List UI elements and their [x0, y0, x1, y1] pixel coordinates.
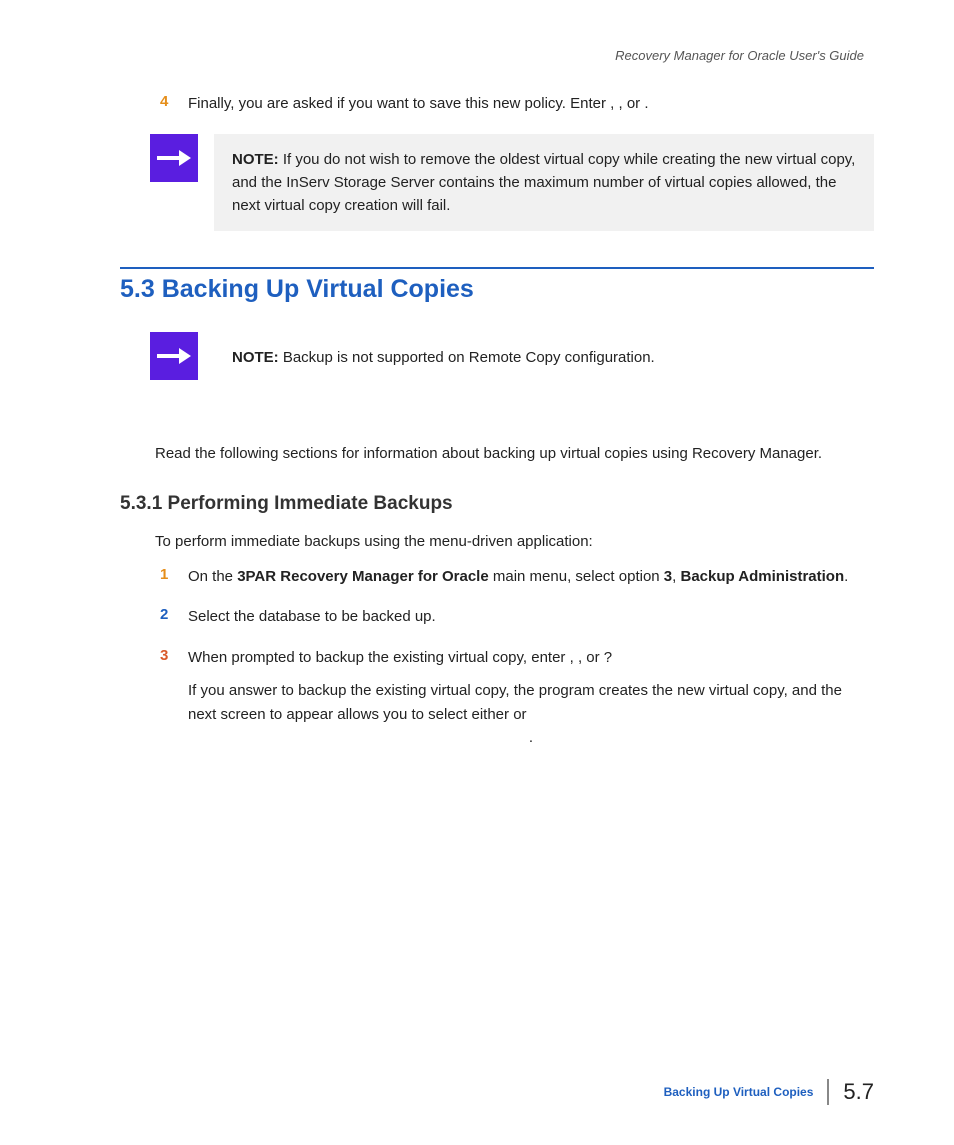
subsection-intro: To perform immediate backups using the m… — [155, 533, 874, 550]
section-rule — [120, 267, 874, 269]
section-intro: Read the following sections for informat… — [155, 442, 874, 465]
text: ? — [604, 649, 612, 666]
text: , — [610, 95, 618, 112]
page-footer: Backing Up Virtual Copies 5.7 — [664, 1079, 874, 1105]
text: When prompted to backup the existing vir… — [188, 649, 570, 666]
text: . — [844, 568, 848, 585]
step-number-1: 1 — [160, 566, 178, 583]
section-title: Backing Up Virtual Copies — [162, 275, 474, 303]
subsection-heading: 5.3.1 Performing Immediate Backups — [120, 493, 874, 515]
note-block-2: NOTE: Backup is not supported on Remote … — [150, 332, 874, 405]
text-bold: 3PAR Recovery Manager for Oracle — [237, 568, 489, 585]
text: , or — [578, 649, 604, 666]
step-1-text: On the 3PAR Recovery Manager for Oracle … — [188, 566, 874, 589]
section-heading: 5.3 Backing Up Virtual Copies — [120, 275, 874, 304]
footer-section-title: Backing Up Virtual Copies — [664, 1085, 814, 1099]
note-block-1: NOTE: If you do not wish to remove the o… — [150, 134, 874, 232]
note-label: NOTE: — [232, 151, 279, 168]
text-bold: Backup Administration — [680, 568, 844, 585]
step-2-text: Select the database to be backed up. — [188, 606, 874, 629]
note-arrow-icon — [150, 134, 198, 182]
footer-divider — [827, 1079, 829, 1105]
text: On the — [188, 568, 237, 585]
step-4-text: Finally, you are asked if you want to sa… — [188, 93, 874, 116]
text: , — [570, 649, 578, 666]
text: . — [529, 729, 533, 746]
step-3-followup: If you answer to backup the existing vir… — [188, 679, 874, 749]
footer-page-number: 5.7 — [843, 1079, 874, 1105]
running-header: Recovery Manager for Oracle User's Guide — [120, 48, 874, 63]
note-text: Backup is not supported on Remote Copy c… — [279, 349, 655, 366]
step-3-text: When prompted to backup the existing vir… — [188, 647, 874, 749]
note-2-content: NOTE: Backup is not supported on Remote … — [214, 332, 874, 405]
step-number-2: 2 — [160, 606, 178, 623]
text-bold: 3 — [664, 568, 672, 585]
step-2: 2 Select the database to be backed up. — [160, 606, 874, 629]
step-3: 3 When prompted to backup the existing v… — [160, 647, 874, 749]
note-text: If you do not wish to remove the oldest … — [232, 151, 855, 215]
step-number-3: 3 — [160, 647, 178, 664]
text: Finally, you are asked if you want to sa… — [188, 95, 610, 112]
text: or — [513, 706, 526, 723]
text: , or — [619, 95, 645, 112]
section-number: 5.3 — [120, 275, 155, 303]
note-label: NOTE: — [232, 349, 279, 366]
step-number-4: 4 — [160, 93, 178, 110]
note-1-content: NOTE: If you do not wish to remove the o… — [214, 134, 874, 232]
note-arrow-icon — [150, 332, 198, 380]
step-4: 4 Finally, you are asked if you want to … — [160, 93, 874, 116]
text: . — [644, 95, 648, 112]
text: main menu, select option — [489, 568, 664, 585]
text: If you answer — [188, 682, 281, 699]
step-1: 1 On the 3PAR Recovery Manager for Oracl… — [160, 566, 874, 589]
